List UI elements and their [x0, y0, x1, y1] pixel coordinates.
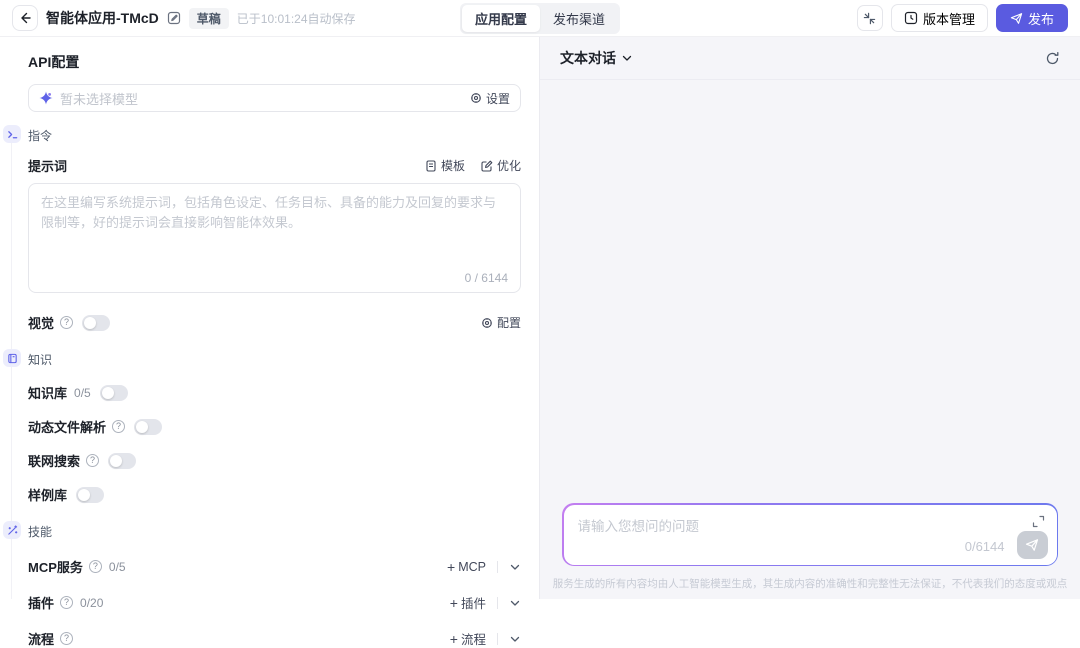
terminal-icon — [3, 125, 21, 143]
instruction-section-header: 指令 — [3, 125, 521, 144]
version-history-icon — [904, 11, 918, 25]
api-config-panel: API配置 暂未选择模型 设置 指令 提示词 模板 优化 在这里编写系统提示词，… — [0, 37, 540, 647]
vision-config-button[interactable]: 配置 — [481, 314, 521, 331]
chat-char-counter: 0/6144 — [964, 538, 1005, 554]
plugin-expand-button[interactable] — [509, 597, 521, 609]
chat-message-area — [540, 80, 1080, 503]
mcp-service-row: MCP服务 ? 0/5 + MCP — [28, 557, 521, 576]
workflow-expand-button[interactable] — [509, 633, 521, 645]
vision-label: 视觉 — [28, 316, 55, 331]
chat-header: 文本对话 — [540, 37, 1080, 80]
publish-button[interactable]: 发布 — [995, 4, 1068, 32]
knowledge-base-count: 0/5 — [74, 385, 91, 400]
template-doc-icon — [425, 159, 437, 172]
web-search-row: 联网搜索 ? — [28, 451, 521, 470]
preview-chat-panel: 文本对话 0/6144 服 — [540, 37, 1080, 599]
vision-row: 视觉 ? 配置 — [28, 313, 521, 332]
version-manage-button[interactable]: 版本管理 — [890, 4, 988, 32]
prompt-optimize-button[interactable]: 优化 — [481, 157, 521, 174]
skills-section-header: 技能 — [3, 521, 521, 540]
gear-icon — [481, 317, 493, 329]
panel-title: API配置 — [28, 54, 80, 70]
model-selector[interactable]: 暂未选择模型 设置 — [28, 84, 521, 112]
chat-mode-selector[interactable]: 文本对话 — [560, 48, 633, 68]
web-search-toggle[interactable] — [108, 452, 137, 469]
add-mcp-button[interactable]: + MCP — [447, 560, 486, 574]
help-icon[interactable]: ? — [60, 596, 74, 609]
help-icon[interactable]: ? — [88, 560, 102, 573]
prompt-editor: 0 / 6144 — [28, 183, 521, 293]
prompt-char-counter: 0 / 6144 — [464, 271, 508, 285]
knowledge-section-header: 知识 — [3, 349, 521, 368]
add-workflow-button[interactable]: + 流程 — [450, 629, 486, 648]
add-plugin-button[interactable]: + 插件 — [450, 593, 486, 612]
refresh-chat-button[interactable] — [1045, 51, 1060, 66]
refresh-icon — [1045, 51, 1060, 66]
divider — [497, 596, 498, 609]
model-spark-icon — [39, 91, 53, 105]
tab-publish-channels[interactable]: 发布渠道 — [540, 5, 618, 32]
collapse-icon — [863, 12, 876, 25]
top-bar: 智能体应用-TMcD 草稿 已于10:01:24自动保存 应用配置 发布渠道 版… — [0, 0, 1080, 37]
example-library-row: 样例库 — [28, 485, 521, 504]
view-switcher: 应用配置 发布渠道 — [459, 2, 621, 34]
draft-status-badge: 草稿 — [188, 7, 229, 29]
model-placeholder: 暂未选择模型 — [60, 91, 139, 107]
divider — [497, 632, 498, 645]
magic-wand-icon — [3, 521, 21, 539]
prompt-textarea[interactable] — [41, 193, 508, 268]
back-button[interactable] — [12, 5, 38, 31]
chevron-down-icon — [621, 52, 633, 64]
knowledge-base-row: 知识库 0/5 — [28, 383, 521, 402]
arrow-left-icon — [18, 11, 32, 25]
vision-toggle[interactable] — [82, 314, 111, 331]
mcp-expand-button[interactable] — [509, 561, 521, 573]
edit-title-icon[interactable] — [167, 11, 181, 25]
example-library-toggle[interactable] — [76, 486, 105, 503]
knowledge-base-toggle[interactable] — [99, 384, 128, 401]
tab-app-config[interactable]: 应用配置 — [461, 4, 540, 32]
divider — [497, 560, 498, 573]
plus-icon: + — [449, 630, 458, 647]
collapse-button[interactable] — [856, 5, 883, 31]
expand-icon — [1032, 515, 1045, 528]
help-icon[interactable]: ? — [112, 420, 126, 433]
plus-icon: + — [447, 558, 456, 575]
expand-input-button[interactable] — [1032, 515, 1045, 528]
send-icon — [1010, 12, 1023, 25]
autosave-status: 已于10:01:24自动保存 — [236, 11, 356, 26]
app-title: 智能体应用-TMcD — [46, 10, 159, 26]
plus-icon: + — [449, 594, 458, 611]
dynamic-file-parse-toggle[interactable] — [134, 418, 163, 435]
send-message-button[interactable] — [1016, 530, 1048, 559]
chevron-down-icon — [509, 597, 521, 609]
prompt-template-button[interactable]: 模板 — [425, 157, 465, 174]
prompt-label: 提示词 — [28, 159, 68, 174]
paper-plane-icon — [1025, 538, 1039, 552]
chevron-down-icon — [509, 561, 521, 573]
help-icon[interactable]: ? — [86, 454, 100, 467]
chat-input[interactable] — [577, 514, 1009, 537]
chat-input-box: 0/6144 — [562, 503, 1058, 566]
help-icon[interactable]: ? — [60, 632, 74, 645]
dynamic-file-parse-row: 动态文件解析 ? — [28, 417, 521, 436]
prompt-header: 提示词 模板 优化 — [28, 156, 521, 175]
chevron-down-icon — [509, 633, 521, 645]
workflow-row: 流程 ? + 流程 — [28, 629, 521, 648]
book-icon — [3, 349, 21, 367]
optimize-pen-icon — [481, 160, 493, 172]
gear-icon — [470, 92, 482, 104]
model-settings-button[interactable]: 设置 — [470, 90, 510, 107]
help-icon[interactable]: ? — [60, 316, 74, 329]
ai-disclaimer: 服务生成的所有内容均由人工智能模型生成，其生成内容的准确性和完整性无法保证，不代… — [552, 578, 1068, 590]
plugin-row: 插件 ? 0/20 + 插件 — [28, 593, 521, 612]
